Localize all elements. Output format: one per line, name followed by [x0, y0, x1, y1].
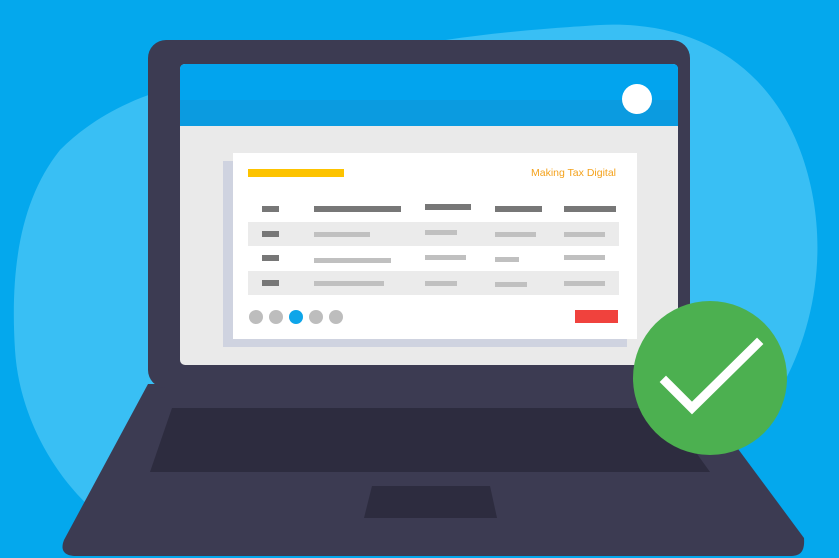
window-control-dot[interactable] [622, 84, 652, 114]
illustration-stage: Making Tax Digital [0, 0, 839, 558]
row-marker [262, 280, 279, 286]
pagination-dot[interactable] [249, 310, 263, 324]
pagination-dot[interactable] [269, 310, 283, 324]
action-button[interactable] [575, 310, 618, 323]
window-header-shade [180, 100, 678, 126]
row-marker [262, 231, 279, 237]
keyboard-area [150, 408, 710, 472]
success-badge [633, 301, 787, 455]
pagination-dot[interactable] [309, 310, 323, 324]
pagination-dot[interactable] [329, 310, 343, 324]
touchpad [364, 486, 497, 518]
pagination-dot-active[interactable] [289, 310, 303, 324]
laptop-illustration [13, 24, 818, 556]
card-title-bar [248, 169, 344, 177]
row-marker [262, 255, 279, 261]
brand-label: Making Tax Digital [530, 167, 616, 179]
